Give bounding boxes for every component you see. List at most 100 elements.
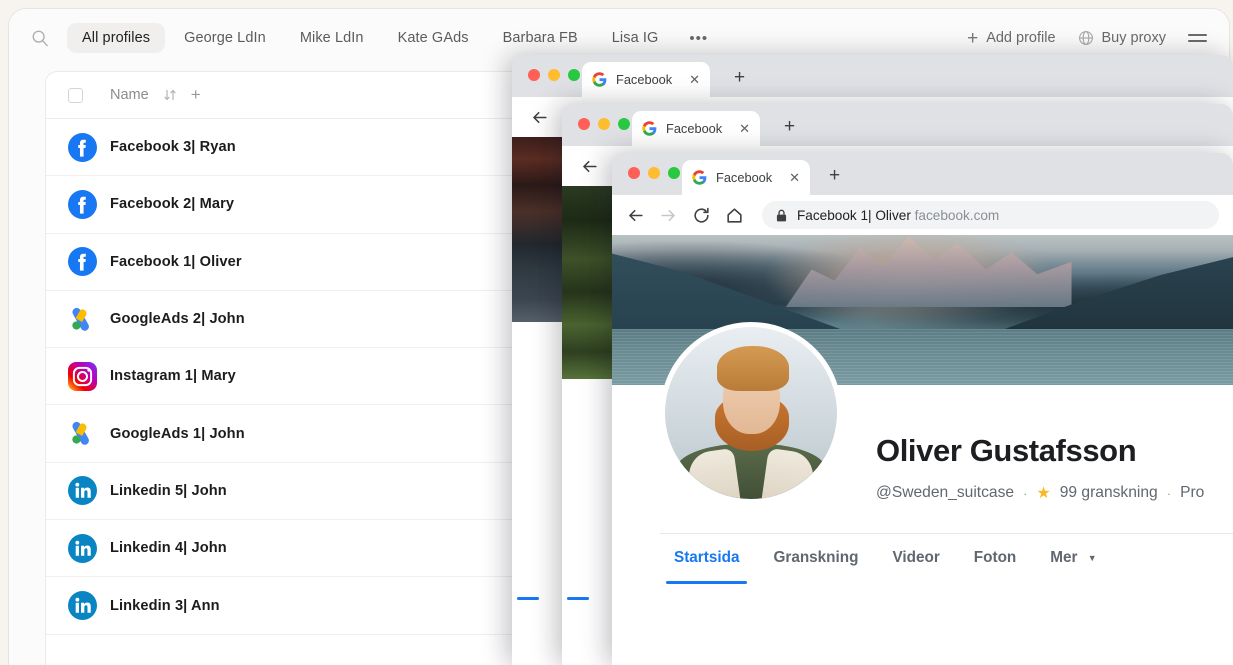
linkedin-icon (68, 591, 97, 621)
profile-name: Facebook 1| Oliver (110, 253, 242, 270)
profile-name: Facebook 3| Ryan (110, 139, 236, 156)
add-profile-label: Add profile (986, 30, 1056, 46)
tab-lisa-ig[interactable]: Lisa IG (597, 23, 674, 53)
avatar-hair (716, 345, 789, 391)
screen: All profiles George LdIn Mike LdIn Kate … (0, 0, 1233, 665)
page-tab-underline-snippet (567, 597, 589, 600)
tab-mike-ldin[interactable]: Mike LdIn (285, 23, 379, 53)
profile-name: Linkedin 4| John (110, 540, 227, 557)
tab-startsida[interactable]: Startsida (660, 536, 753, 584)
googleads-icon (72, 422, 89, 445)
minimize-window-button[interactable] (648, 167, 660, 179)
select-all-checkbox[interactable] (68, 87, 83, 103)
add-column-icon[interactable]: + (191, 85, 201, 105)
tab-videor[interactable]: Videor (878, 536, 953, 582)
profile-header: Oliver Gustafsson @Sweden_suitcase · ★ 9… (612, 322, 1233, 585)
reload-icon[interactable] (692, 206, 711, 225)
browser-chrome: Facebook ✕ + (512, 55, 1233, 97)
arrow-forward-icon[interactable] (659, 206, 678, 225)
arrow-back-icon[interactable] (530, 108, 549, 127)
buy-proxy-button[interactable]: Buy proxy (1078, 30, 1166, 46)
sort-arrows-icon[interactable] (163, 88, 177, 102)
linkedin-icon (68, 533, 97, 563)
new-tab-button[interactable]: + (829, 166, 840, 185)
googleads-icon (72, 307, 89, 331)
avatar[interactable] (660, 322, 842, 504)
google-icon (642, 121, 657, 136)
profile-extra: Pro (1180, 484, 1205, 501)
tab-barbara-fb[interactable]: Barbara FB (488, 23, 593, 53)
profile-name: Linkedin 5| John (110, 482, 227, 499)
facebook-icon (68, 189, 97, 219)
google-icon (592, 72, 607, 87)
new-tab-button[interactable]: + (784, 117, 795, 136)
tab-granskning[interactable]: Granskning (759, 536, 872, 582)
maximize-window-button[interactable] (568, 69, 580, 81)
star-icon: ★ (1036, 485, 1051, 502)
close-icon[interactable]: ✕ (735, 122, 750, 135)
arrow-back-icon[interactable] (626, 206, 645, 225)
maximize-window-button[interactable] (618, 118, 630, 130)
browser-window-front[interactable]: Facebook ✕ + Facebook 1| Oliver facebook… (612, 153, 1233, 665)
browser-tab-title: Facebook (716, 170, 773, 185)
tab-kate-gads[interactable]: Kate GAds (383, 23, 484, 53)
browser-tab[interactable]: Facebook ✕ (682, 160, 810, 195)
plus-icon: + (967, 27, 979, 49)
linkedin-icon (68, 476, 97, 506)
arrow-back-icon[interactable] (580, 157, 599, 176)
google-icon (692, 170, 707, 185)
instagram-icon (68, 361, 97, 391)
search-icon[interactable] (31, 29, 49, 47)
browser-tab-title: Facebook (616, 72, 673, 87)
facebook-icon (68, 132, 97, 162)
profile-name: Linkedin 3| Ann (110, 597, 220, 614)
column-header-name[interactable]: Name + (110, 85, 201, 105)
close-icon[interactable]: ✕ (785, 171, 800, 184)
meta-separator: · (1166, 485, 1172, 501)
tab-mer-label: Mer (1050, 549, 1078, 566)
browser-toolbar: Facebook 1| Oliver facebook.com (612, 195, 1233, 235)
browser-tab[interactable]: Facebook ✕ (632, 111, 760, 146)
browser-chrome: Facebook ✕ + (612, 153, 1233, 195)
window-traffic-lights[interactable] (528, 69, 580, 81)
close-window-button[interactable] (628, 167, 640, 179)
address-bar-title: Facebook 1| Oliver (797, 207, 911, 223)
facebook-profile-page: Oliver Gustafsson @Sweden_suitcase · ★ 9… (612, 235, 1233, 665)
profile-meta: @Sweden_suitcase · ★ 99 granskning · Pro (876, 483, 1204, 503)
window-traffic-lights[interactable] (628, 167, 680, 179)
address-bar-text: Facebook 1| Oliver facebook.com (797, 208, 999, 223)
meta-separator: · (1023, 485, 1028, 501)
hamburger-menu-icon[interactable] (1188, 34, 1207, 42)
buy-proxy-label: Buy proxy (1101, 30, 1166, 46)
profile-name: Instagram 1| Mary (110, 368, 236, 385)
maximize-window-button[interactable] (668, 167, 680, 179)
add-profile-button[interactable]: + Add profile (967, 29, 1055, 48)
profile-name: GoogleAds 2| John (110, 311, 245, 328)
browser-tab[interactable]: Facebook ✕ (582, 62, 710, 97)
profile-handle: @Sweden_suitcase (876, 484, 1015, 501)
browser-chrome: Facebook ✕ + (562, 104, 1233, 146)
tabs-overflow-button[interactable]: ••• (677, 23, 720, 54)
address-bar[interactable]: Facebook 1| Oliver facebook.com (762, 201, 1219, 229)
close-icon[interactable]: ✕ (685, 73, 700, 86)
tab-mer[interactable]: Mer ▼ (1036, 536, 1110, 582)
profile-name: GoogleAds 1| John (110, 425, 245, 442)
facebook-icon (68, 247, 97, 277)
tab-george-ldin[interactable]: George LdIn (169, 23, 281, 53)
page-tab-underline-snippet (517, 597, 539, 600)
tab-all-profiles[interactable]: All profiles (67, 23, 166, 53)
new-tab-button[interactable]: + (734, 68, 745, 87)
profile-nav-tabs: Startsida Granskning Videor Foton Mer ▼ (660, 533, 1233, 585)
close-window-button[interactable] (578, 118, 590, 130)
close-window-button[interactable] (528, 69, 540, 81)
lock-icon (776, 209, 787, 221)
minimize-window-button[interactable] (548, 69, 560, 81)
minimize-window-button[interactable] (598, 118, 610, 130)
profile-name: Facebook 2| Mary (110, 196, 235, 213)
tab-foton[interactable]: Foton (960, 536, 1030, 582)
home-icon[interactable] (725, 206, 744, 225)
browser-tab-title: Facebook (666, 121, 723, 136)
globe-icon (1078, 31, 1093, 45)
cover-mountain-peaks (785, 236, 1072, 307)
window-traffic-lights[interactable] (578, 118, 630, 130)
